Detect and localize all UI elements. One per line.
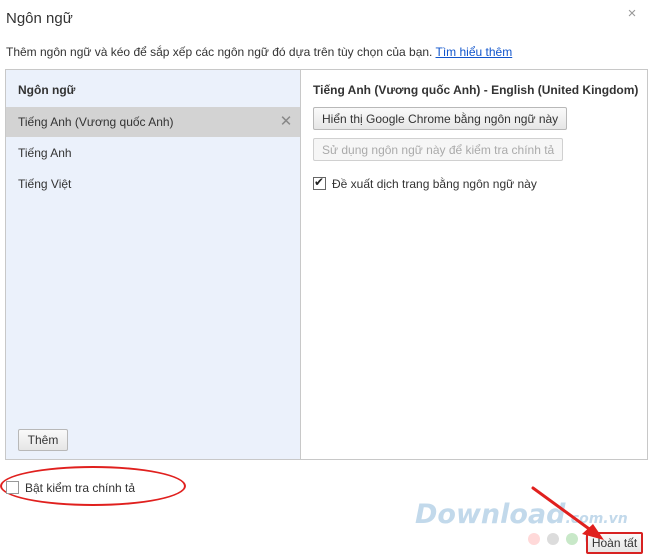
enable-spellcheck-checkbox[interactable] [6, 481, 19, 495]
offer-translate-checkbox[interactable]: ✔ [313, 175, 326, 191]
offer-translate-row[interactable]: ✔ Đề xuất dịch trang bằng ngôn ngữ này [313, 175, 537, 192]
display-chrome-in-language-button[interactable]: Hiển thị Google Chrome bằng ngôn ngữ này [313, 107, 568, 130]
decorative-dot [528, 533, 540, 545]
language-panel: Ngôn ngữ Tiếng Anh (Vương quốc Anh) ✕ Ti… [5, 69, 648, 460]
dialog-title: Ngôn ngữ [6, 10, 73, 27]
use-for-spellcheck-button[interactable]: Sử dụng ngôn ngữ này để kiểm tra chính t… [313, 138, 564, 161]
enable-spellcheck-label: Bật kiểm tra chính tả [25, 480, 136, 495]
offer-translate-label: Đề xuất dịch trang bằng ngôn ngữ này [332, 176, 537, 191]
language-list-header: Ngôn ngữ [18, 83, 76, 97]
remove-language-icon[interactable]: ✕ [279, 107, 293, 137]
language-details-pane: Tiếng Anh (Vương quốc Anh) - English (Un… [301, 70, 647, 459]
language-item-english[interactable]: Tiếng Anh [6, 138, 300, 168]
language-details-title: Tiếng Anh (Vương quốc Anh) - English (Un… [313, 83, 639, 97]
add-language-button[interactable]: Thêm [18, 429, 68, 451]
language-item-english-uk[interactable]: Tiếng Anh (Vương quốc Anh) ✕ [6, 107, 300, 137]
language-item-label: Tiếng Việt [18, 177, 72, 191]
close-icon[interactable]: × [624, 6, 640, 22]
watermark-logo: Download.com.vn [415, 499, 628, 530]
language-list-pane: Ngôn ngữ Tiếng Anh (Vương quốc Anh) ✕ Ti… [6, 70, 301, 459]
done-button[interactable]: Hoàn tất [586, 532, 643, 554]
decorative-dot [566, 533, 578, 545]
checkmark-icon: ✔ [314, 175, 325, 190]
decorative-dot [547, 533, 559, 545]
language-item-vietnamese[interactable]: Tiếng Việt [6, 169, 300, 199]
enable-spellcheck-row[interactable]: Bật kiểm tra chính tả [6, 480, 135, 495]
description-text: Thêm ngôn ngữ và kéo để sắp xếp các ngôn… [6, 45, 433, 59]
language-item-label: Tiếng Anh [18, 146, 72, 160]
language-item-label: Tiếng Anh (Vương quốc Anh) [18, 115, 174, 129]
dialog-description: Thêm ngôn ngữ và kéo để sắp xếp các ngôn… [6, 45, 512, 59]
learn-more-link[interactable]: Tìm hiểu thêm [436, 45, 513, 59]
